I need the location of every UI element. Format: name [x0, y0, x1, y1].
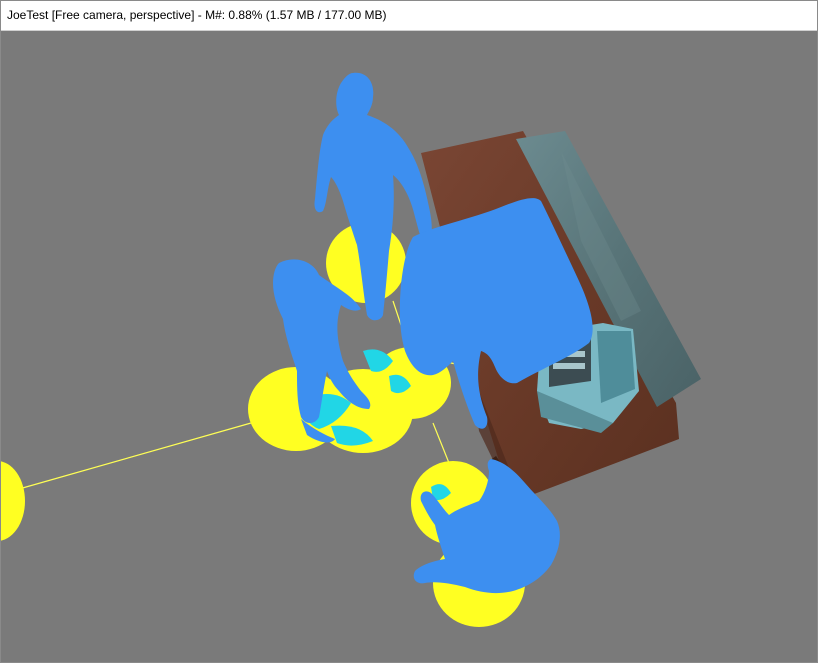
window-title: JoeTest [Free camera, perspective] - M#:…	[7, 8, 387, 22]
app-window: JoeTest [Free camera, perspective] - M#:…	[0, 0, 818, 663]
3d-viewport[interactable]	[1, 31, 817, 662]
title-bar[interactable]: JoeTest [Free camera, perspective] - M#:…	[1, 1, 817, 31]
